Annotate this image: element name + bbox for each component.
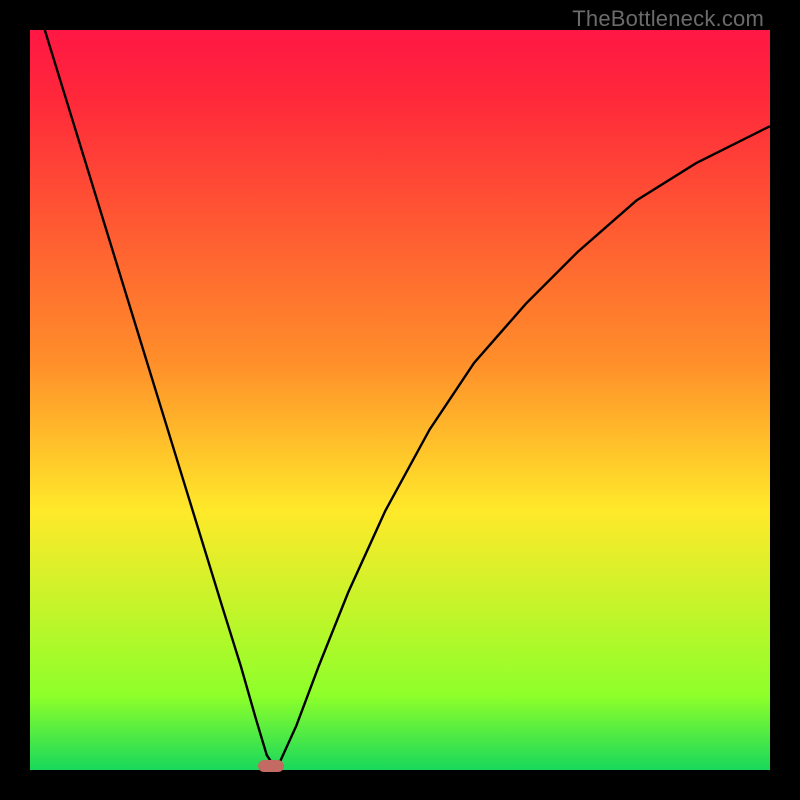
bottleneck-curve	[30, 30, 770, 770]
watermark-text: TheBottleneck.com	[572, 6, 764, 32]
gradient-plot-area	[30, 30, 770, 770]
curve-path	[45, 30, 770, 766]
optimal-point-marker	[258, 760, 284, 772]
chart-frame: TheBottleneck.com	[0, 0, 800, 800]
